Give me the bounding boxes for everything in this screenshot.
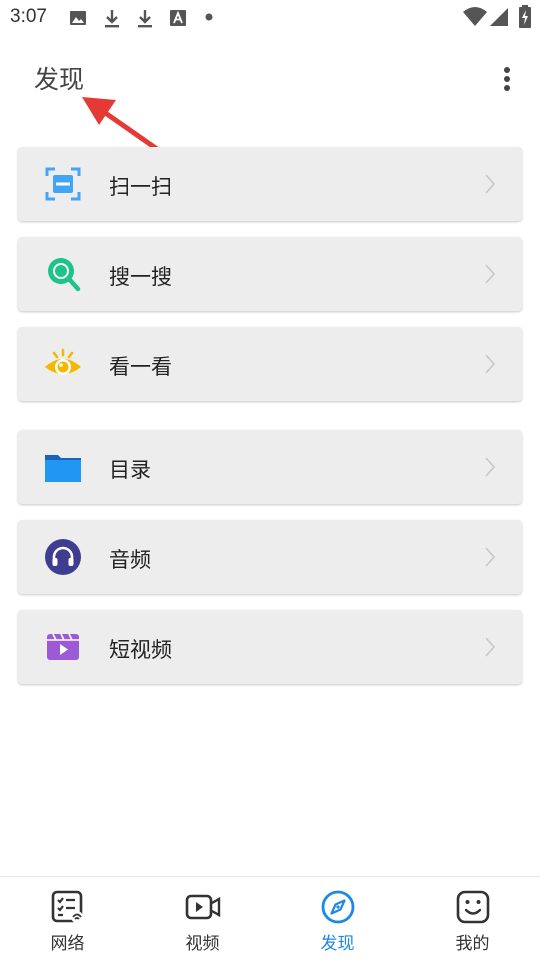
search-icon <box>48 258 81 292</box>
network-list-icon <box>51 890 83 923</box>
download-icon <box>138 10 152 28</box>
card-directory[interactable]: 目录 <box>18 430 522 504</box>
headphones-icon <box>45 539 81 575</box>
bottom-nav: 网络 视频 发现 我的 <box>0 876 540 960</box>
compass-icon <box>321 890 355 924</box>
nav-label: 视频 <box>185 934 220 954</box>
more-menu-button[interactable] <box>490 62 524 96</box>
chevron-right-icon <box>485 547 496 567</box>
download-icon <box>105 10 119 28</box>
status-bar: 3:07 <box>0 0 540 36</box>
card-look[interactable]: 看一看 <box>18 327 522 401</box>
card-scan[interactable]: 扫一扫 <box>18 147 522 221</box>
smiley-icon <box>456 890 490 924</box>
card-audio[interactable]: 音频 <box>18 520 522 594</box>
card-short-video[interactable]: 短视频 <box>18 610 522 684</box>
card-label: 目录 <box>109 458 151 482</box>
card-label: 扫一扫 <box>109 175 172 199</box>
card-label: 音频 <box>109 548 151 572</box>
status-time: 3:07 <box>10 6 47 27</box>
scan-icon <box>45 167 81 201</box>
nav-item-me[interactable]: 我的 <box>405 877 540 960</box>
more-vertical-icon <box>504 67 510 73</box>
video-icon <box>185 894 221 920</box>
eye-icon <box>45 348 81 375</box>
nav-item-video[interactable]: 视频 <box>135 877 270 960</box>
folder-icon <box>45 455 81 482</box>
wifi-icon <box>463 7 487 26</box>
chevron-right-icon <box>485 457 496 477</box>
chevron-right-icon <box>485 354 496 374</box>
card-search[interactable]: 搜一搜 <box>18 237 522 311</box>
chevron-right-icon <box>485 637 496 657</box>
chevron-right-icon <box>485 174 496 194</box>
nav-item-network[interactable]: 网络 <box>0 877 135 960</box>
dot-icon <box>205 13 213 21</box>
battery-charging-icon <box>519 5 531 28</box>
page-title: 发现 <box>34 65 85 94</box>
font-icon <box>170 10 186 26</box>
chevron-right-icon <box>485 264 496 284</box>
image-icon <box>70 11 86 25</box>
nav-label: 网络 <box>50 934 85 954</box>
card-label: 看一看 <box>109 355 172 379</box>
header: 发现 <box>0 36 540 120</box>
nav-label: 我的 <box>455 934 490 954</box>
video-clip-icon <box>47 633 79 660</box>
signal-icon <box>490 8 508 26</box>
card-label: 短视频 <box>109 638 172 662</box>
nav-label: 发现 <box>320 934 355 954</box>
nav-item-discover[interactable]: 发现 <box>270 877 405 960</box>
card-label: 搜一搜 <box>109 265 172 289</box>
